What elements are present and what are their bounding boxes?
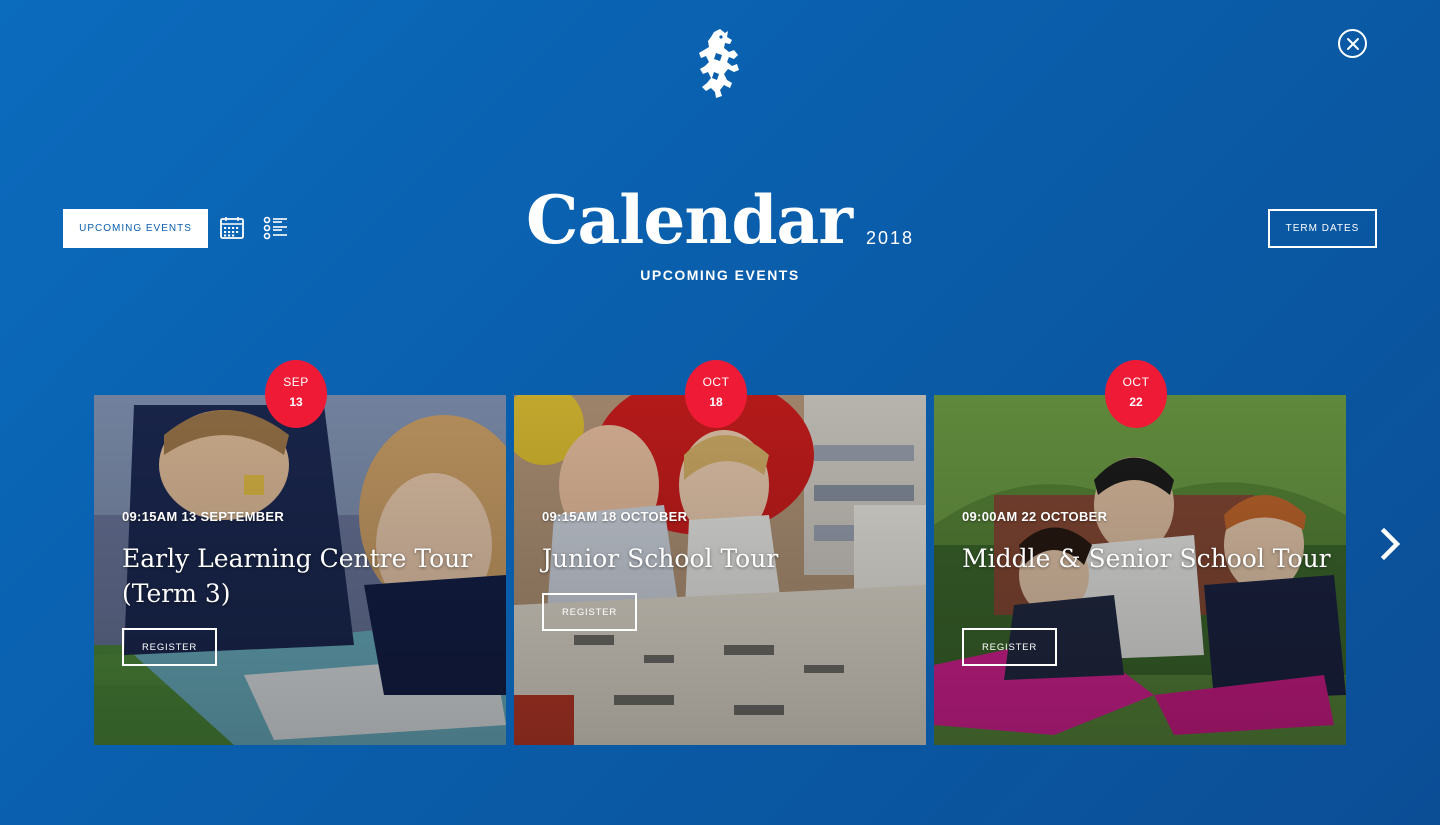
date-badge: OCT 22: [1105, 360, 1167, 428]
date-badge-day: 18: [709, 395, 723, 409]
event-card[interactable]: 09:00AM 22 OCTOBER Middle & Senior Schoo…: [934, 395, 1346, 745]
register-button[interactable]: REGISTER: [122, 628, 217, 666]
date-badge-month: OCT: [1122, 375, 1150, 389]
page-subtitle: UPCOMING EVENTS: [640, 267, 800, 283]
term-dates-button[interactable]: TERM DATES: [1268, 209, 1377, 248]
date-badge-day: 13: [289, 395, 303, 409]
event-title[interactable]: Early Learning Centre Tour (Term 3): [122, 541, 492, 611]
list-view-icon[interactable]: [262, 215, 288, 241]
register-button[interactable]: REGISTER: [542, 593, 637, 631]
event-card[interactable]: 09:15AM 18 OCTOBER Junior School Tour RE…: [514, 395, 926, 745]
close-button[interactable]: [1338, 29, 1367, 58]
year-label: 2018: [866, 228, 915, 248]
date-badge-month: SEP: [283, 375, 309, 389]
date-badge-month: OCT: [702, 375, 730, 389]
event-title[interactable]: Junior School Tour: [542, 541, 912, 576]
date-badge: SEP 13: [265, 360, 327, 428]
register-button[interactable]: REGISTER: [962, 628, 1057, 666]
close-icon: [1346, 37, 1359, 50]
calendar-grid-icon[interactable]: [219, 215, 245, 241]
event-card[interactable]: 09:15AM 13 SEPTEMBER Early Learning Cent…: [94, 395, 506, 745]
event-time: 09:15AM 18 OCTOBER: [542, 509, 688, 524]
event-time: 09:15AM 13 SEPTEMBER: [122, 509, 285, 524]
chevron-right-icon[interactable]: [1378, 527, 1404, 561]
upcoming-events-button[interactable]: UPCOMING EVENTS: [63, 209, 208, 248]
lion-crest-logo-icon[interactable]: [694, 28, 746, 100]
event-time: 09:00AM 22 OCTOBER: [962, 509, 1108, 524]
event-title[interactable]: Middle & Senior School Tour: [962, 541, 1332, 576]
date-badge-day: 22: [1129, 395, 1143, 409]
page-title: Calendar: [526, 181, 853, 259]
date-badge: OCT 18: [685, 360, 747, 428]
